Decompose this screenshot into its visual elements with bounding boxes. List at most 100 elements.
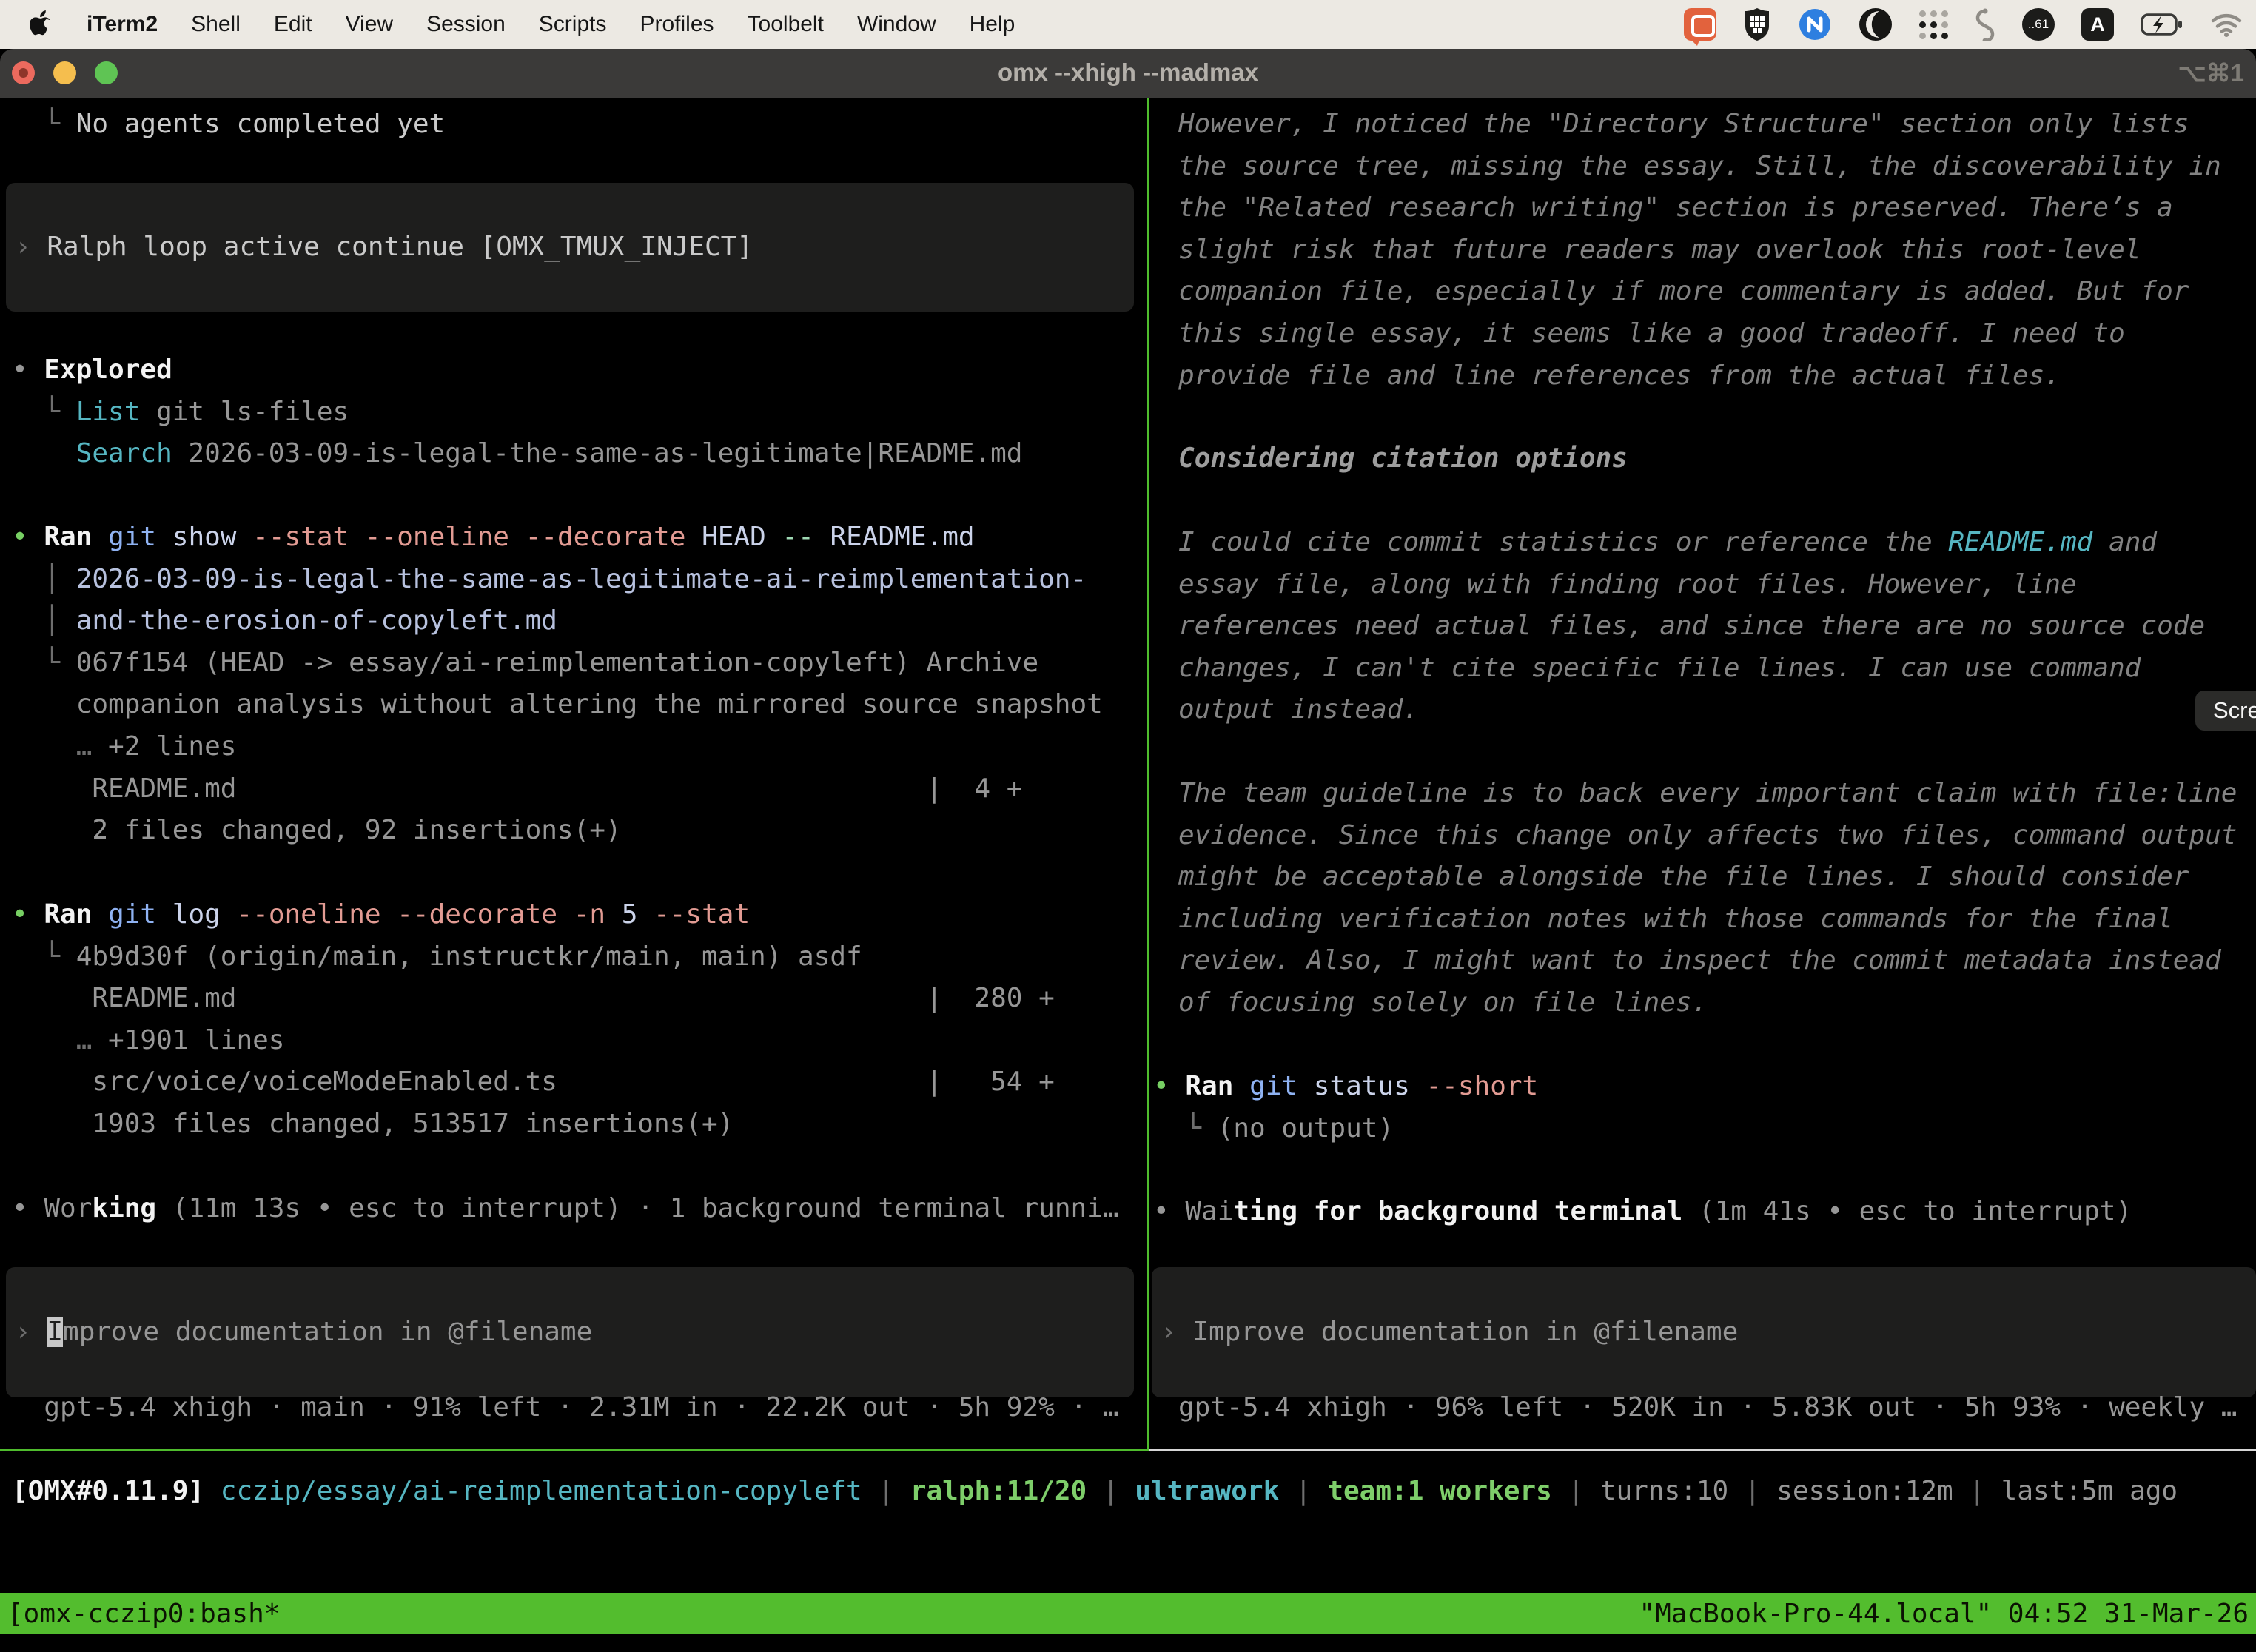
tmux-host-clock: "MacBook-Pro-44.local" 04:52 31-Mar-26: [1639, 1599, 2249, 1629]
terminal: [omx-cczip0:bash* "MacBook-Pro-44.local"…: [0, 98, 2256, 1652]
terminal-line: … +2 lines: [12, 726, 1103, 768]
crescent-circle-icon[interactable]: [1859, 7, 1893, 41]
terminal-line: • Working (11m 13s • esc to interrupt) ·…: [12, 1188, 1119, 1230]
pane-divider[interactable]: [1147, 98, 1149, 1451]
terminal-line: › Ralph loop active continue [OMX_TMUX_I…: [15, 226, 753, 269]
menu-item-profiles[interactable]: Profiles: [639, 12, 714, 37]
agents-status-line: └ No agents completed yet: [12, 104, 445, 146]
terminal-line: of focusing solely on file lines.: [1178, 982, 2237, 1024]
window-shortcut-badge: ⌥⌘1: [2178, 58, 2244, 87]
terminal-line: slight risk that future readers may over…: [1178, 229, 2221, 272]
terminal-line: However, I noticed the "Directory Struct…: [1178, 104, 2221, 146]
menubar-items: iTerm2 Shell Edit View Session Scripts Profile…: [53, 12, 1015, 37]
squiggle-icon[interactable]: [1975, 7, 1995, 41]
menu-item-help[interactable]: Help: [970, 12, 1015, 37]
terminal-line: README.md | 4 +: [12, 768, 1103, 810]
macos-menu-bar: iTerm2 Shell Edit View Session Scripts Profile…: [0, 0, 2256, 49]
percent-badge-icon[interactable]: ..61: [2022, 8, 2055, 41]
menu-item-toolbelt[interactable]: Toolbelt: [748, 12, 824, 37]
terminal-line: the source tree, missing the essay. Stil…: [1178, 146, 2221, 188]
model-status-right: gpt-5.4 xhigh · 96% left · 520K in · 5.8…: [1178, 1387, 2237, 1429]
omx-status-line: [OMX#0.11.9] cczip/essay/ai-reimplementa…: [12, 1471, 2178, 1513]
terminal-line: • Waiting for background terminal (1m 41…: [1153, 1191, 2132, 1233]
text-cursor: I: [47, 1317, 63, 1347]
terminal-line: └ No agents completed yet: [12, 104, 445, 146]
terminal-line: 2 files changed, 92 insertions(+): [12, 810, 1103, 852]
battery-icon[interactable]: [2141, 13, 2183, 36]
model-status-left: gpt-5.4 xhigh · main · 91% left · 2.31M …: [12, 1387, 1119, 1429]
prompt-box-right[interactable]: › Improve documentation in @filename: [1152, 1267, 2256, 1397]
terminal-line: › Improve documentation in @filename: [1161, 1312, 1738, 1354]
terminal-line: • Ran git show --stat --oneline --decora…: [12, 517, 1103, 559]
terminal-line: essay file, along with finding root file…: [1178, 564, 2205, 606]
reasoning-heading: Considering citation options: [1178, 438, 1628, 480]
shield-grid-icon[interactable]: [1743, 7, 1771, 41]
tmux-session-label: [omx-cczip0:bash*: [7, 1599, 280, 1629]
terminal-line: Search 2026-03-09-is-legal-the-same-as-l…: [12, 433, 1022, 475]
terminal-line: └ (no output): [1153, 1108, 1538, 1150]
terminal-line: │ 2026-03-09-is-legal-the-same-as-legiti…: [12, 559, 1103, 601]
git-log-section: • Ran git log --oneline --decorate -n 5 …: [12, 894, 1055, 1146]
prompt-box-left[interactable]: › Improve documentation in @filename: [6, 1267, 1134, 1397]
ralph-loop-box[interactable]: › Ralph loop active continue [OMX_TMUX_I…: [6, 183, 1134, 312]
menu-item-shell[interactable]: Shell: [191, 12, 241, 37]
reasoning-paragraph-2: I could cite commit statistics or refere…: [1178, 522, 2205, 731]
terminal-line: references need actual files, and since …: [1178, 605, 2205, 648]
window-title: omx --xhigh --madmax: [0, 58, 2256, 87]
terminal-line: the "Related research writing" section i…: [1178, 187, 2221, 229]
terminal-line: changes, I can't cite specific file line…: [1178, 648, 2205, 690]
terminal-line: … +1901 lines: [12, 1020, 1055, 1062]
terminal-line: companion analysis without altering the …: [12, 684, 1103, 726]
terminal-line: gpt-5.4 xhigh · main · 91% left · 2.31M …: [12, 1387, 1119, 1429]
terminal-line: provide file and line references from th…: [1178, 355, 2221, 397]
right-pane-border: [1149, 1449, 2256, 1451]
menu-item-edit[interactable]: Edit: [274, 12, 312, 37]
terminal-line: including verification notes with those …: [1178, 899, 2237, 941]
waiting-status-line: • Waiting for background terminal (1m 41…: [1153, 1191, 2132, 1233]
terminal-line: └ 067f154 (HEAD -> essay/ai-reimplementa…: [12, 642, 1103, 685]
menu-item-iterm2[interactable]: iTerm2: [87, 12, 158, 37]
terminal-line: • Ran git status --short: [1153, 1066, 1538, 1108]
terminal-line: └ List git ls-files: [12, 392, 1022, 434]
terminal-line: review. Also, I might want to inspect th…: [1178, 940, 2237, 982]
terminal-line: companion file, especially if more comme…: [1178, 271, 2221, 313]
dots-grid-icon[interactable]: [1919, 10, 1948, 39]
left-pane-border: [0, 1449, 1147, 1451]
terminal-line: evidence. Since this change only affects…: [1178, 815, 2237, 857]
menu-item-session[interactable]: Session: [426, 12, 506, 37]
git-status-section: • Ran git status --short └ (no output): [1153, 1066, 1538, 1149]
terminal-line: └ 4b9d30f (origin/main, instructkr/main,…: [12, 936, 1055, 978]
terminal-line: Considering citation options: [1178, 438, 1628, 480]
menubar-status-icons: ..61 A: [1684, 0, 2243, 49]
terminal-line: [OMX#0.11.9] cczip/essay/ai-reimplementa…: [12, 1471, 2178, 1513]
terminal-line: │ and-the-erosion-of-copyleft.md: [12, 600, 1103, 642]
terminal-line: this single essay, it seems like a good …: [1178, 313, 2221, 355]
terminal-line: output instead.: [1178, 689, 2205, 731]
terminal-line: The team guideline is to back every impo…: [1178, 773, 2237, 815]
working-status-line: • Working (11m 13s • esc to interrupt) ·…: [12, 1188, 1119, 1230]
window-title-bar: omx --xhigh --madmax ⌥⌘1: [0, 49, 2256, 98]
terminal-line: I could cite commit statistics or refere…: [1178, 522, 2205, 564]
input-source-icon[interactable]: A: [2081, 8, 2114, 41]
git-show-section: • Ran git show --stat --oneline --decora…: [12, 517, 1103, 852]
terminal-line: README.md | 280 +: [12, 978, 1055, 1020]
reasoning-paragraph-1: However, I noticed the "Directory Struct…: [1178, 104, 2221, 397]
terminal-line: › Improve documentation in @filename: [15, 1312, 592, 1354]
terminal-line: src/voice/voiceModeEnabled.ts | 54 +: [12, 1061, 1055, 1104]
terminal-line: gpt-5.4 xhigh · 96% left · 520K in · 5.8…: [1178, 1387, 2237, 1429]
terminal-line: • Ran git log --oneline --decorate -n 5 …: [12, 894, 1055, 936]
blue-zigzag-badge-icon[interactable]: [1798, 7, 1832, 41]
chat-notification-icon[interactable]: [1684, 8, 1716, 41]
wifi-icon[interactable]: [2210, 12, 2243, 37]
explored-section: • Explored └ List git ls-files Search 20…: [12, 349, 1022, 475]
terminal-line: • Explored: [12, 349, 1022, 392]
terminal-line: might be acceptable alongside the file l…: [1178, 856, 2237, 899]
reasoning-paragraph-3: The team guideline is to back every impo…: [1178, 773, 2237, 1024]
menu-item-scripts[interactable]: Scripts: [539, 12, 607, 37]
apple-icon[interactable]: [30, 10, 53, 38]
menu-item-view[interactable]: View: [346, 12, 393, 37]
tmux-status-bar: [omx-cczip0:bash* "MacBook-Pro-44.local"…: [0, 1593, 2256, 1634]
terminal-line: 1903 files changed, 513517 insertions(+): [12, 1104, 1055, 1146]
menu-item-window[interactable]: Window: [857, 12, 936, 37]
screen-recording-tooltip: Scre: [2195, 691, 2256, 731]
